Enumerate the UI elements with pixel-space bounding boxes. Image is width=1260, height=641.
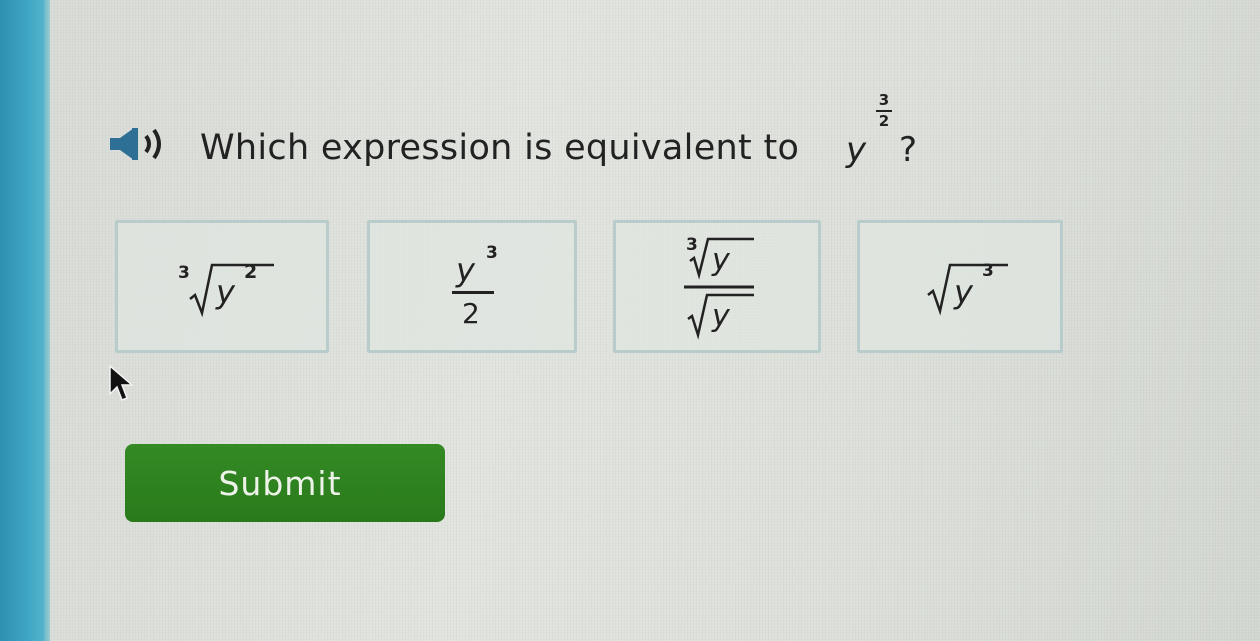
question-exponent: 3 2 <box>876 92 892 130</box>
option-3-denominator-radicand: y <box>712 299 730 334</box>
option-2-numerator: y <box>456 251 475 289</box>
option-1-radicand: y <box>216 273 235 311</box>
option-3-index: 3 <box>686 235 698 255</box>
question-mark: ? <box>899 130 918 170</box>
left-accent-bar <box>0 0 50 641</box>
answer-option-4[interactable]: y 3 <box>857 220 1063 353</box>
option-2-power: 3 <box>486 243 498 263</box>
option-2-expression: y 3 2 <box>452 239 512 339</box>
exponent-numerator: 3 <box>878 91 890 109</box>
option-4-expression: y 3 <box>924 253 1034 323</box>
option-1-power: 2 <box>244 261 258 283</box>
answer-option-3[interactable]: 3 y y <box>613 220 821 353</box>
option-3-numerator-radicand: y <box>712 243 730 278</box>
option-1-expression: 3 y 2 <box>176 251 296 321</box>
option-3-expression: 3 y y <box>680 231 770 346</box>
option-2-denominator: 2 <box>462 297 480 330</box>
option-1-index: 3 <box>178 263 190 283</box>
question-text: Which expression is equivalent to <box>200 128 800 168</box>
question-expression: y 3 2 ? <box>846 92 926 190</box>
answer-option-1[interactable]: 3 y 2 <box>115 220 329 353</box>
question-base: y <box>846 130 867 170</box>
option-4-power: 3 <box>982 261 994 281</box>
option-4-radicand: y <box>954 273 973 311</box>
exponent-denominator: 2 <box>878 112 890 130</box>
submit-button[interactable]: Submit <box>125 444 445 522</box>
answer-option-2[interactable]: y 3 2 <box>367 220 577 353</box>
mouse-pointer-icon <box>108 364 135 404</box>
speaker-icon[interactable] <box>108 124 178 164</box>
